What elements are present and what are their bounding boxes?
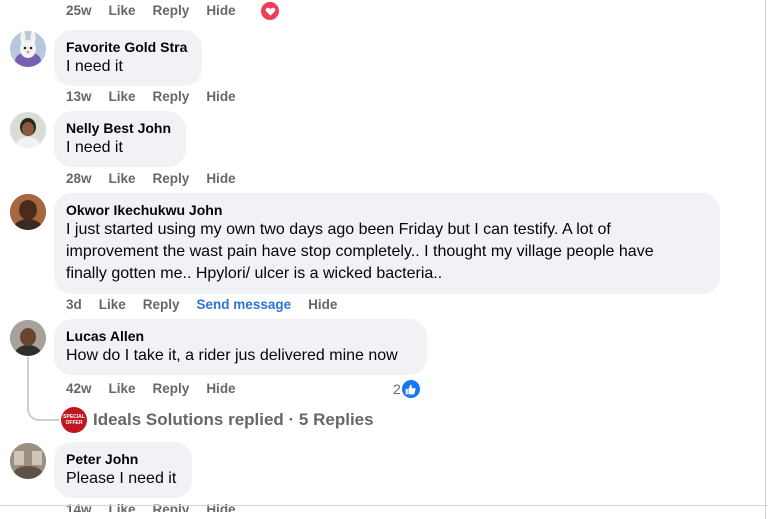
right-divider — [765, 0, 766, 519]
comment-text: I need it — [66, 58, 123, 75]
hide-link[interactable]: Hide — [206, 502, 235, 512]
commenter-name[interactable]: Lucas Allen — [66, 327, 415, 345]
comment-text-line: improvement the wast pain have stop comp… — [66, 243, 654, 260]
bottom-divider — [0, 505, 768, 506]
reply-link[interactable]: Reply — [153, 502, 190, 512]
reply-link[interactable]: Reply — [153, 381, 190, 396]
hide-link[interactable]: Hide — [206, 3, 235, 18]
comment-bubble: Favorite Gold Stra I need it — [54, 30, 202, 86]
comment-bubble: Lucas Allen How do I take it, a rider ju… — [54, 319, 427, 375]
love-reaction-icon[interactable] — [259, 0, 281, 22]
avatar[interactable] — [10, 112, 46, 148]
comment-actions-partial: 14w Like Reply Hide — [66, 502, 253, 512]
like-link[interactable]: Like — [109, 171, 136, 186]
replies-summary[interactable]: SPECIAL OFFER Ideals Solutions replied ·… — [61, 407, 374, 433]
comment-actions: 42w Like Reply Hide — [66, 381, 253, 396]
comment-text: How do I take it, a rider jus delivered … — [66, 347, 398, 364]
view-replies-link[interactable]: Ideals Solutions replied · 5 Replies — [93, 410, 374, 430]
timestamp[interactable]: 42w — [66, 381, 92, 396]
commenter-name[interactable]: Nelly Best John — [66, 119, 174, 137]
comment-actions: 28w Like Reply Hide — [66, 171, 253, 186]
comment-actions-top: 25w Like Reply Hide — [66, 3, 253, 18]
thumbs-up-icon — [401, 380, 420, 398]
like-link[interactable]: Like — [109, 381, 136, 396]
timestamp[interactable]: 28w — [66, 171, 92, 186]
commenter-name[interactable]: Okwor Ikechukwu John — [66, 201, 708, 219]
reply-link[interactable]: Reply — [153, 171, 190, 186]
comment-text: I need it — [66, 139, 123, 156]
like-link[interactable]: Like — [109, 89, 136, 104]
timestamp[interactable]: 14w — [66, 502, 92, 512]
reply-link[interactable]: Reply — [153, 3, 190, 18]
avatar[interactable] — [10, 320, 46, 356]
avatar[interactable] — [10, 194, 46, 230]
reaction-count-number: 2 — [393, 381, 401, 397]
reply-link[interactable]: Reply — [143, 297, 180, 312]
timestamp[interactable]: 13w — [66, 89, 92, 104]
send-message-link[interactable]: Send message — [197, 297, 292, 312]
like-link[interactable]: Like — [109, 3, 136, 18]
comment-text-line: finally gotten me.. Hpylori/ ulcer is a … — [66, 265, 443, 282]
hide-link[interactable]: Hide — [206, 171, 235, 186]
commenter-name[interactable]: Peter John — [66, 450, 180, 468]
comment-actions: 13w Like Reply Hide — [66, 89, 253, 104]
hide-link[interactable]: Hide — [206, 381, 235, 396]
avatar[interactable] — [10, 443, 46, 479]
comment-bubble: Peter John Please I need it — [54, 442, 192, 498]
commenter-name[interactable]: Favorite Gold Stra — [66, 38, 190, 56]
page-avatar: SPECIAL OFFER — [61, 407, 87, 433]
reaction-count[interactable]: 2 — [393, 380, 420, 398]
comment-bubble: Nelly Best John I need it — [54, 111, 186, 167]
like-link[interactable]: Like — [109, 502, 136, 512]
reply-link[interactable]: Reply — [153, 89, 190, 104]
thread-connector — [27, 357, 59, 421]
timestamp[interactable]: 3d — [66, 297, 82, 312]
comment-bubble: Okwor Ikechukwu John I just started usin… — [54, 193, 720, 294]
like-link[interactable]: Like — [99, 297, 126, 312]
timestamp[interactable]: 25w — [66, 3, 92, 18]
hide-link[interactable]: Hide — [206, 89, 235, 104]
comment-text: Please I need it — [66, 470, 177, 487]
avatar[interactable] — [10, 31, 46, 67]
hide-link[interactable]: Hide — [308, 297, 337, 312]
comment-actions: 3d Like Reply Send message Hide — [66, 297, 354, 312]
comment-text-line: I just started using my own two days ago… — [66, 221, 611, 238]
